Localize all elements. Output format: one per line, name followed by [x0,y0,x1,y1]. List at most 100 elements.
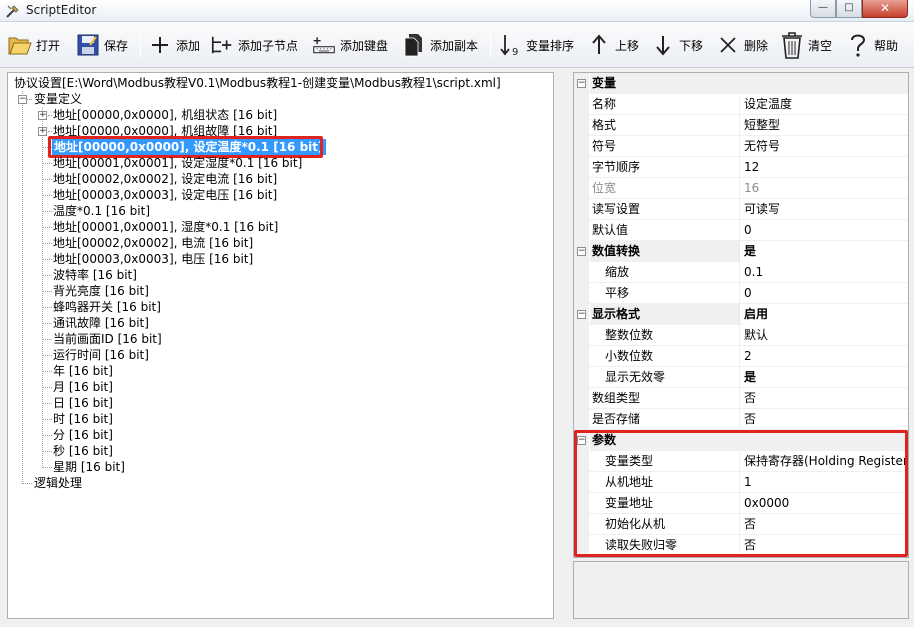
prop-value[interactable]: 0.1 [742,262,908,283]
prop-label: 位宽 [590,178,740,199]
tree-item[interactable]: 地址[00002,0x0002], 电流 [16 bit] [53,235,253,251]
tree-item[interactable]: 通讯故障 [16 bit] [53,315,149,331]
tree-item[interactable]: 时 [16 bit] [53,411,113,427]
tree-connector [42,179,52,180]
add-button[interactable]: 添加 [148,30,200,60]
prop-row-decdigits[interactable]: 小数位数 2 [574,346,908,367]
prop-value[interactable]: 无符号 [742,136,908,157]
prop-value[interactable]: 设定温度 [742,94,908,115]
prop-gutter [574,262,589,283]
open-button[interactable]: 打开 [8,30,60,60]
prop-row-shift[interactable]: 平移 0 [574,283,908,304]
tree-item[interactable]: 年 [16 bit] [53,363,113,379]
toolbar-separator [490,32,491,58]
tree-item[interactable]: 地址[00003,0x0003], 设定电压 [16 bit] [53,187,277,203]
prop-gutter [574,115,589,136]
prop-row-array[interactable]: 数组类型 否 [574,388,908,409]
tree-item[interactable]: 地址[00001,0x0001], 湿度*0.1 [16 bit] [53,219,278,235]
tree-item[interactable]: 月 [16 bit] [53,379,113,395]
tree-connector [42,107,43,468]
tree-item[interactable]: 波特率 [16 bit] [53,267,137,283]
tree-item[interactable]: 分 [16 bit] [53,427,113,443]
add-child-label: 添加子节点 [238,38,299,53]
tree-var-def[interactable]: 变量定义 [34,91,82,107]
tree-item[interactable]: 秒 [16 bit] [53,443,113,459]
tree-item[interactable]: 地址[00001,0x0001], 设定湿度*0.1 [16 bit] [53,155,302,171]
prop-value[interactable]: 是 [742,367,908,388]
prop-label: 是否存储 [590,409,740,430]
tree-connector [42,259,52,260]
tree-connector [42,371,52,372]
maximize-button[interactable]: □ [836,0,862,18]
tree-logic[interactable]: 逻辑处理 [34,475,82,491]
tree-item[interactable]: 当前画面ID [16 bit] [53,331,162,347]
tree-item[interactable]: 地址[00003,0x0003], 电压 [16 bit] [53,251,253,267]
add-child-button[interactable]: 添加子节点 [210,30,298,60]
add-copy-button[interactable]: 添加副本 [402,30,478,60]
prop-row-default[interactable]: 默认值 0 [574,220,908,241]
close-button[interactable]: ✕ [862,0,908,18]
tree-item[interactable]: 星期 [16 bit] [53,459,125,475]
property-grid[interactable]: − 变量 名称 设定温度 格式 短整型 符号 无符号 字节顺序 12 位宽 16… [573,72,909,558]
tree-connector [42,435,52,436]
move-up-button[interactable]: 上移 [587,30,639,60]
tree-connector [42,403,52,404]
protocol-tree[interactable]: 协议设置[E:\Word\Modbus教程V0.1\Modbus教程1-创建变量… [7,72,554,619]
prop-value[interactable]: 2 [742,346,908,367]
prop-row-rw[interactable]: 读写设置 可读写 [574,199,908,220]
prop-expander[interactable]: − [577,79,586,88]
tree-root[interactable]: 协议设置[E:\Word\Modbus教程V0.1\Modbus教程1-创建变量… [14,75,501,91]
panel-splitter[interactable] [556,72,571,619]
clear-button[interactable]: 清空 [780,30,832,60]
prop-expander[interactable]: − [577,310,586,319]
prop-row-intdigits[interactable]: 整数位数 默认 [574,325,908,346]
tree-item[interactable]: 背光亮度 [16 bit] [53,283,149,299]
add-keyboard-icon [312,32,336,58]
tree-expander-item[interactable]: + [38,111,47,120]
prop-gutter [574,220,589,241]
prop-value[interactable]: 默认 [742,325,908,346]
prop-row-byteorder[interactable]: 字节顺序 12 [574,157,908,178]
save-button[interactable]: 保存 [76,30,128,60]
prop-value[interactable]: 可读写 [742,199,908,220]
move-down-button[interactable]: 下移 [651,30,703,60]
prop-row-format[interactable]: 格式 短整型 [574,115,908,136]
tree-expander-item[interactable]: + [38,127,47,136]
prop-gutter [574,178,589,199]
move-down-label: 下移 [679,38,704,53]
prop-label: 字节顺序 [590,157,740,178]
tree-item[interactable]: 日 [16 bit] [53,395,113,411]
tree-item[interactable]: 温度*0.1 [16 bit] [53,203,150,219]
prop-value[interactable]: 否 [742,409,908,430]
x-icon [716,32,740,58]
sort-vars-button[interactable]: 9 变量排序 [498,30,574,60]
tree-item[interactable]: 运行时间 [16 bit] [53,347,149,363]
prop-row-store[interactable]: 是否存储 否 [574,409,908,430]
prop-row-name[interactable]: 名称 设定温度 [574,94,908,115]
prop-gutter [574,388,589,409]
prop-value[interactable]: 12 [742,157,908,178]
help-button[interactable]: 帮助 [846,30,898,60]
tree-expander-var-def[interactable]: − [18,95,27,104]
prop-row-conversion[interactable]: − 数值转换 是 [574,241,908,262]
prop-row-sign[interactable]: 符号 无符号 [574,136,908,157]
prop-category-variable[interactable]: − 变量 [574,73,908,94]
tree-item[interactable]: 地址[00000,0x0000], 机组状态 [16 bit] [53,107,277,123]
prop-row-zeros[interactable]: 显示无效零 是 [574,367,908,388]
prop-gutter [574,367,589,388]
delete-button[interactable]: 删除 [716,30,768,60]
prop-value[interactable]: 0 [742,220,908,241]
prop-row-scale[interactable]: 缩放 0.1 [574,262,908,283]
tree-item[interactable]: 地址[00002,0x0002], 设定电流 [16 bit] [53,171,277,187]
minimize-button[interactable]: — [810,0,836,18]
prop-value[interactable]: 是 [742,241,908,262]
prop-row-display[interactable]: − 显示格式 启用 [574,304,908,325]
add-keyboard-button[interactable]: 添加键盘 [312,30,388,60]
tree-item[interactable]: 蜂鸣器开关 [16 bit] [53,299,161,315]
prop-value[interactable]: 0 [742,283,908,304]
question-icon [846,32,870,58]
prop-value[interactable]: 短整型 [742,115,908,136]
prop-value[interactable]: 否 [742,388,908,409]
prop-expander[interactable]: − [577,247,586,256]
prop-value[interactable]: 启用 [742,304,908,325]
